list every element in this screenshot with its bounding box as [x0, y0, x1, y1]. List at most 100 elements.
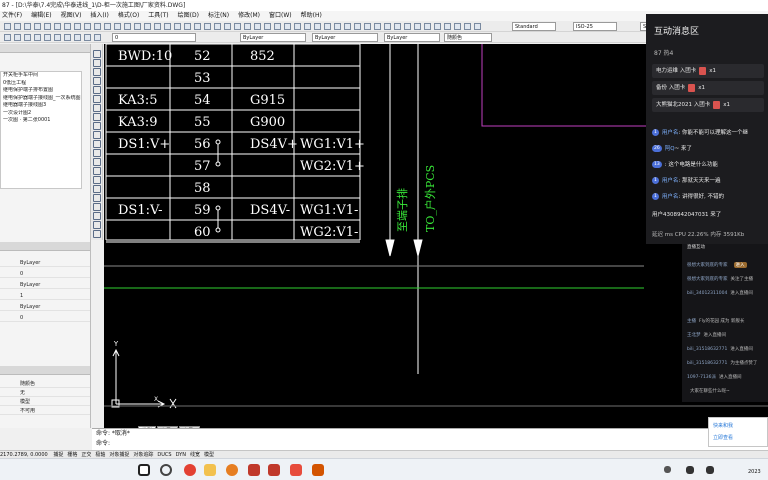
- toolbar-button-icon[interactable]: [464, 23, 471, 30]
- command-window[interactable]: 命令: *取消* 命令:: [92, 428, 768, 450]
- toolbar-button-icon[interactable]: [174, 23, 181, 30]
- dim-style-combo[interactable]: ISO-25: [573, 22, 617, 31]
- file-explorer-icon[interactable]: [204, 464, 216, 476]
- live-feed-user[interactable]: 很想大家到底的专家: [687, 263, 728, 268]
- toolbar-button-icon[interactable]: [34, 23, 41, 30]
- toolbar-button-icon[interactable]: [164, 23, 171, 30]
- linetype-combo[interactable]: ByLayer: [312, 33, 378, 42]
- clock[interactable]: 2023: [748, 469, 761, 475]
- toolbar-button-icon[interactable]: [294, 23, 301, 30]
- file-list-item[interactable]: 一次设计图2: [1, 110, 81, 118]
- toolbar-button-icon[interactable]: [394, 23, 401, 30]
- draw-tool-icon[interactable]: [93, 158, 101, 166]
- live-feed-user[interactable]: 1097-7136派: [687, 375, 716, 380]
- draw-tool-icon[interactable]: [93, 194, 101, 202]
- property-row[interactable]: 0: [0, 314, 90, 322]
- wps-icon[interactable]: [248, 464, 260, 476]
- draw-tool-icon[interactable]: [93, 140, 101, 148]
- chat-username[interactable]: 阿Q: [665, 146, 675, 152]
- toolbar-button-icon[interactable]: [334, 23, 341, 30]
- property-row[interactable]: ByLayer: [0, 303, 90, 311]
- toolbar-button-icon[interactable]: [194, 23, 201, 30]
- property-row[interactable]: 无: [0, 389, 90, 397]
- draw-tool-icon[interactable]: [93, 221, 101, 229]
- live-feed-user[interactable]: 主播: [687, 319, 696, 324]
- toolbar-button-icon[interactable]: [64, 23, 71, 30]
- color-combo[interactable]: ByLayer: [240, 33, 306, 42]
- toolbar-button-icon[interactable]: [384, 23, 391, 30]
- toolbar-button-icon[interactable]: [74, 34, 81, 41]
- toolbar-button-icon[interactable]: [144, 23, 151, 30]
- toolbar-button-icon[interactable]: [24, 23, 31, 30]
- toolbar-button-icon[interactable]: [354, 23, 361, 30]
- cad-icon[interactable]: [268, 464, 280, 476]
- toolbar-button-icon[interactable]: [434, 23, 441, 30]
- file-list-item[interactable]: 开关柜手车中间: [1, 72, 81, 80]
- menu-item-7[interactable]: 标注(N): [208, 12, 229, 19]
- toolbar-button-icon[interactable]: [404, 23, 411, 30]
- toolbar-button-icon[interactable]: [54, 23, 61, 30]
- toolbar-button-icon[interactable]: [94, 34, 101, 41]
- file-list-item[interactable]: 继电器端子接线图3: [1, 102, 81, 110]
- property-row[interactable]: 模型: [0, 398, 90, 406]
- volume-icon[interactable]: [706, 466, 714, 474]
- menu-item-9[interactable]: 窗口(W): [269, 12, 292, 19]
- draw-tool-icon[interactable]: [93, 77, 101, 85]
- toolbar-button-icon[interactable]: [284, 23, 291, 30]
- draw-tool-icon[interactable]: [93, 203, 101, 211]
- live-feed-user[interactable]: 很想大家到底的专家: [687, 277, 728, 282]
- plotstyle-combo[interactable]: 随颜色: [444, 33, 492, 42]
- network-icon[interactable]: [686, 466, 694, 474]
- toolbar-button-icon[interactable]: [444, 23, 451, 30]
- toolbar-button-icon[interactable]: [104, 23, 111, 30]
- popup-card[interactable]: 快来和我 立即查看: [708, 417, 768, 447]
- toolbar-button-icon[interactable]: [54, 34, 61, 41]
- draw-tool-icon[interactable]: [93, 104, 101, 112]
- draw-tool-icon[interactable]: [93, 95, 101, 103]
- toolbar-button-icon[interactable]: [304, 23, 311, 30]
- draw-tool-icon[interactable]: [93, 113, 101, 121]
- toolbar-button-icon[interactable]: [14, 23, 21, 30]
- layer-combo[interactable]: 0: [112, 33, 196, 42]
- toolbar-button-icon[interactable]: [114, 23, 121, 30]
- draw-tool-icon[interactable]: [93, 212, 101, 220]
- menu-item-5[interactable]: 工具(T): [148, 12, 168, 19]
- popup-line-2[interactable]: 立即查看: [713, 434, 733, 441]
- toolbar-button-icon[interactable]: [64, 34, 71, 41]
- toolbar-button-icon[interactable]: [24, 34, 31, 41]
- property-row[interactable]: ByLayer: [0, 281, 90, 289]
- toolbar-button-icon[interactable]: [244, 23, 251, 30]
- toolbar-button-icon[interactable]: [74, 23, 81, 30]
- search-icon[interactable]: [160, 464, 172, 476]
- toolbar-button-icon[interactable]: [324, 23, 331, 30]
- live-feed-user[interactable]: bili_34012311004: [687, 291, 727, 296]
- browser-icon[interactable]: [312, 464, 324, 476]
- menu-item-4[interactable]: 格式(O): [118, 12, 139, 19]
- toolbar-button-icon[interactable]: [184, 23, 191, 30]
- toolbar-button-icon[interactable]: [124, 23, 131, 30]
- toolbar-button-icon[interactable]: [234, 23, 241, 30]
- draw-tool-icon[interactable]: [93, 149, 101, 157]
- toolbar-button-icon[interactable]: [4, 34, 11, 41]
- toolbar-button-icon[interactable]: [44, 23, 51, 30]
- command-input[interactable]: 命令:: [92, 439, 768, 449]
- property-row[interactable]: ByLayer: [0, 259, 90, 267]
- menu-item-6[interactable]: 绘图(D): [178, 12, 199, 19]
- toolbar-button-icon[interactable]: [44, 34, 51, 41]
- toolbar-button-icon[interactable]: [344, 23, 351, 30]
- chrome-icon[interactable]: [184, 464, 196, 476]
- toolbar-button-icon[interactable]: [274, 23, 281, 30]
- draw-tool-icon[interactable]: [93, 185, 101, 193]
- chat-username[interactable]: 用户名: [662, 130, 679, 136]
- property-row[interactable]: 0: [0, 270, 90, 278]
- draw-tool-icon[interactable]: [93, 131, 101, 139]
- app-icon[interactable]: [290, 464, 302, 476]
- toolbar-button-icon[interactable]: [204, 23, 211, 30]
- menu-item-8[interactable]: 修改(M): [238, 12, 260, 19]
- toolbar-button-icon[interactable]: [134, 23, 141, 30]
- draw-tool-icon[interactable]: [93, 59, 101, 67]
- toolbar-button-icon[interactable]: [224, 23, 231, 30]
- tray-arrow-icon[interactable]: [664, 466, 671, 473]
- toolbar-button-icon[interactable]: [474, 23, 481, 30]
- draw-tool-icon[interactable]: [93, 167, 101, 175]
